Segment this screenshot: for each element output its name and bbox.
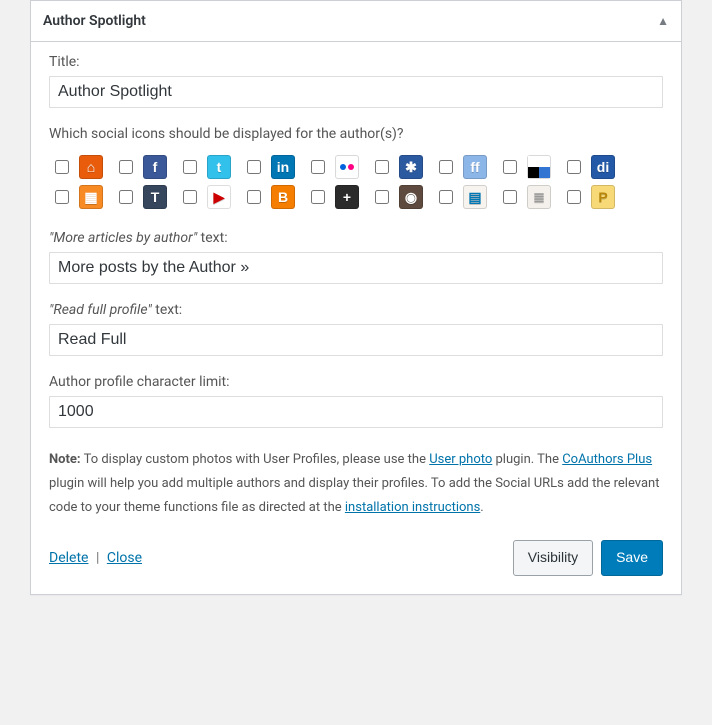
social-checkbox-stack[interactable]: [503, 190, 517, 204]
social-item-blogger[interactable]: B: [241, 182, 305, 212]
close-link[interactable]: Close: [107, 550, 142, 566]
delicious-icon: [527, 155, 551, 179]
friendfeed-icon: ff: [463, 155, 487, 179]
instagram-icon: ◉: [399, 185, 423, 209]
more-label-em: "More articles by author": [49, 230, 197, 246]
social-checkbox-blogger[interactable]: [247, 190, 261, 204]
field-social: Which social icons should be displayed f…: [49, 126, 663, 212]
social-item-friendfeed[interactable]: ff: [433, 152, 497, 182]
charlimit-label: Author profile character limit:: [49, 374, 663, 390]
widget-body: Title: Which social icons should be disp…: [31, 42, 681, 594]
social-item-linkedin[interactable]: in: [241, 152, 305, 182]
social-item-digg[interactable]: di: [561, 152, 625, 182]
home-icon: ⌂: [79, 155, 103, 179]
user-photo-link[interactable]: User photo: [429, 452, 492, 467]
visibility-button[interactable]: Visibility: [513, 540, 593, 575]
social-checkbox-linkedin[interactable]: [247, 160, 261, 174]
digg-icon: di: [591, 155, 615, 179]
widget-controls: Delete | Close Visibility Save: [49, 540, 663, 575]
twitter-icon: t: [207, 155, 231, 179]
social-checkbox-home[interactable]: [55, 160, 69, 174]
social-checkbox-tumblr[interactable]: [119, 190, 133, 204]
delete-link[interactable]: Delete: [49, 550, 88, 566]
stack-icon: ≣: [527, 185, 551, 209]
readfull-label-rest: text:: [152, 302, 182, 318]
separator: |: [96, 550, 99, 566]
plus-icon: +: [335, 185, 359, 209]
more-articles-input[interactable]: [49, 252, 663, 284]
social-checkbox-delicious[interactable]: [503, 160, 517, 174]
social-checkbox-friendfeed[interactable]: [439, 160, 453, 174]
readfull-label: "Read full profile" text:: [49, 302, 663, 318]
field-title: Title:: [49, 54, 663, 108]
social-checkbox-digg[interactable]: [567, 160, 581, 174]
youtube-icon: ▶: [207, 185, 231, 209]
diaspora-icon: ✱: [399, 155, 423, 179]
social-item-diaspora[interactable]: ✱: [369, 152, 433, 182]
linkedin-icon: in: [271, 155, 295, 179]
social-item-home[interactable]: ⌂: [49, 152, 113, 182]
char-limit-input[interactable]: [49, 396, 663, 428]
social-item-pocket[interactable]: P: [561, 182, 625, 212]
social-item-youtube[interactable]: ▶: [177, 182, 241, 212]
note-t4: .: [480, 500, 483, 515]
social-item-flickr[interactable]: [305, 152, 369, 182]
social-label: Which social icons should be displayed f…: [49, 126, 663, 142]
tumblr-icon: T: [143, 185, 167, 209]
note-t2: plugin. The: [492, 452, 562, 467]
rss-icon: ▦: [79, 185, 103, 209]
more-label-rest: text:: [197, 230, 227, 246]
social-item-delicious[interactable]: [497, 152, 561, 182]
social-checkbox-instagram[interactable]: [375, 190, 389, 204]
note-t1: To display custom photos with User Profi…: [81, 452, 430, 467]
social-checkbox-diaspora[interactable]: [375, 160, 389, 174]
social-checkbox-facebook[interactable]: [119, 160, 133, 174]
note-text: Note: To display custom photos with User…: [49, 448, 663, 520]
read-full-input[interactable]: [49, 324, 663, 356]
social-item-facebook[interactable]: f: [113, 152, 177, 182]
title-input[interactable]: [49, 76, 663, 108]
more-label: "More articles by author" text:: [49, 230, 663, 246]
readfull-label-em: "Read full profile": [49, 302, 152, 318]
social-checkbox-rss[interactable]: [55, 190, 69, 204]
widget-panel: Author Spotlight ▲ Title: Which social i…: [30, 0, 682, 595]
social-icons-grid: ⌂ f t in ✱ ff di ▦ T ▶ B + ◉ ▤ ≣ P: [49, 148, 663, 212]
social-checkbox-twitter[interactable]: [183, 160, 197, 174]
social-checkbox-pocket[interactable]: [567, 190, 581, 204]
social-item-instagram[interactable]: ◉: [369, 182, 433, 212]
coauthors-plus-link[interactable]: CoAuthors Plus: [562, 452, 652, 467]
social-item-twitter[interactable]: t: [177, 152, 241, 182]
pocket-icon: P: [591, 185, 615, 209]
blogger-icon: B: [271, 185, 295, 209]
installation-instructions-link[interactable]: installation instructions: [345, 500, 480, 515]
social-checkbox-slideshare[interactable]: [439, 190, 453, 204]
collapse-icon[interactable]: ▲: [657, 14, 669, 28]
slideshare-icon: ▤: [463, 185, 487, 209]
social-checkbox-flickr[interactable]: [311, 160, 325, 174]
field-read-full: "Read full profile" text:: [49, 302, 663, 356]
social-item-plus[interactable]: +: [305, 182, 369, 212]
widget-control-left: Delete | Close: [49, 550, 142, 566]
field-char-limit: Author profile character limit:: [49, 374, 663, 428]
social-item-tumblr[interactable]: T: [113, 182, 177, 212]
flickr-icon: [335, 155, 359, 179]
facebook-icon: f: [143, 155, 167, 179]
social-item-rss[interactable]: ▦: [49, 182, 113, 212]
title-label: Title:: [49, 54, 663, 70]
social-item-slideshare[interactable]: ▤: [433, 182, 497, 212]
widget-control-right: Visibility Save: [513, 540, 663, 575]
widget-title: Author Spotlight: [43, 13, 146, 29]
note-prefix: Note:: [49, 452, 81, 467]
social-checkbox-youtube[interactable]: [183, 190, 197, 204]
save-button[interactable]: Save: [601, 540, 663, 575]
social-checkbox-plus[interactable]: [311, 190, 325, 204]
widget-header[interactable]: Author Spotlight ▲: [31, 1, 681, 42]
social-item-stack[interactable]: ≣: [497, 182, 561, 212]
field-more-articles: "More articles by author" text:: [49, 230, 663, 284]
